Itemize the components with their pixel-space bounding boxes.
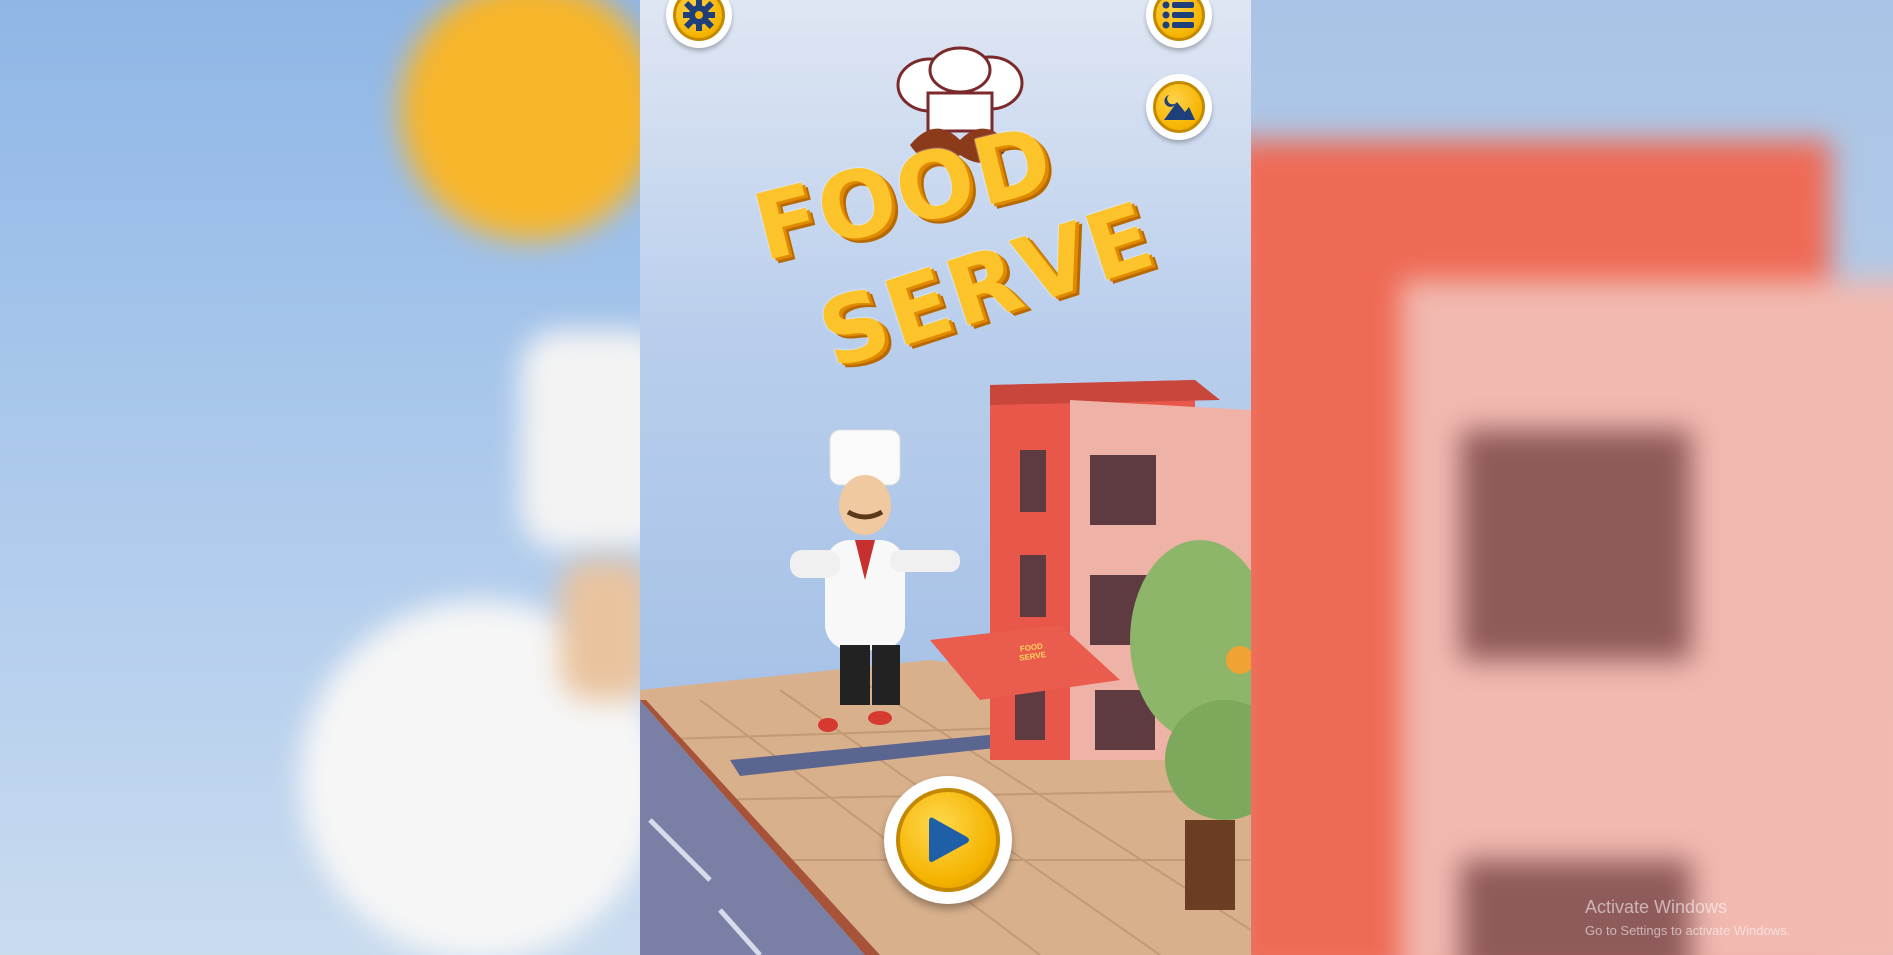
play-button[interactable] xyxy=(884,776,1012,904)
play-icon xyxy=(929,817,969,862)
blurred-chef-face xyxy=(560,560,640,700)
game-viewport: FOOD SERVE FOOD SERVE xyxy=(640,0,1251,955)
activate-windows-title: Activate Windows xyxy=(1585,897,1728,917)
list-icon xyxy=(1162,1,1194,29)
night-mountain-icon xyxy=(1164,95,1195,120)
blurred-window xyxy=(1461,430,1691,660)
blurred-hat-logo xyxy=(400,0,640,240)
activate-windows-subtitle: Go to Settings to activate Windows. xyxy=(1585,923,1791,938)
theme-button[interactable] xyxy=(1146,74,1212,140)
gear-icon xyxy=(683,0,715,31)
tree-trunk xyxy=(1185,820,1235,910)
blurred-chef-hat xyxy=(520,330,640,550)
blurred-backdrop-right xyxy=(1251,0,1893,955)
blurred-backdrop-left xyxy=(0,0,640,955)
